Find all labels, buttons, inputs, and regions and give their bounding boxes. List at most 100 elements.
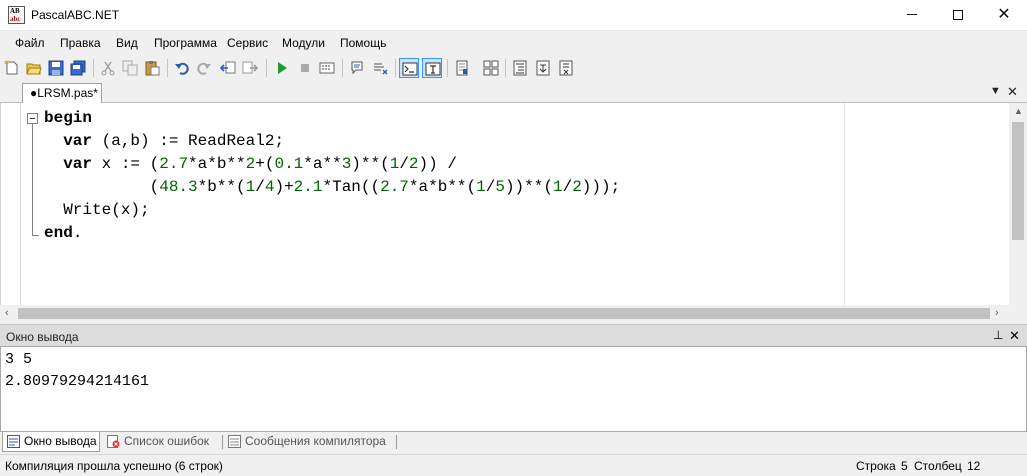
scroll-left-icon[interactable]: ‹ bbox=[5, 307, 9, 319]
editor-horizontal-scrollbar[interactable]: ‹ › bbox=[0, 305, 1008, 322]
navigate-back-icon bbox=[220, 61, 236, 74]
undo-icon bbox=[175, 62, 189, 75]
watch-icon bbox=[483, 60, 499, 76]
close-button[interactable]: ✕ bbox=[981, 0, 1027, 31]
tab-separator bbox=[396, 435, 397, 449]
tab-output-window[interactable]: Окно вывода bbox=[2, 432, 100, 452]
cut-button[interactable] bbox=[98, 58, 118, 78]
menu-file[interactable]: Файл bbox=[15, 36, 45, 50]
stop-button[interactable] bbox=[295, 58, 315, 78]
status-line-value: 5 bbox=[901, 459, 908, 473]
navigate-forward-button[interactable] bbox=[240, 58, 260, 78]
code-number: 1 bbox=[476, 178, 486, 196]
bottom-panel-tabs: Окно вывода Список ошибок Сообщения комп… bbox=[0, 432, 1027, 454]
maximize-button[interactable] bbox=[935, 0, 981, 31]
menu-view[interactable]: Вид bbox=[116, 36, 138, 50]
open-button[interactable] bbox=[24, 58, 44, 78]
debug-button[interactable] bbox=[452, 58, 472, 78]
pin-icon[interactable]: ⊥ bbox=[993, 328, 1003, 342]
navigate-back-button[interactable] bbox=[218, 58, 238, 78]
code-text: / bbox=[399, 155, 409, 173]
copy-button[interactable] bbox=[120, 58, 140, 78]
fold-collapse-icon[interactable] bbox=[27, 113, 38, 124]
tab-error-list[interactable]: Список ошибок bbox=[103, 432, 221, 452]
output-line: 3 5 bbox=[5, 351, 33, 368]
app-icon-text-bottom: abc bbox=[10, 15, 21, 23]
minimize-button[interactable] bbox=[889, 0, 935, 31]
compile-button[interactable] bbox=[317, 58, 337, 78]
editor-tab-lrsm[interactable]: ●LRSM.pas* bbox=[22, 83, 102, 104]
step-over-button[interactable] bbox=[556, 58, 576, 78]
code-number: 5 bbox=[495, 178, 505, 196]
comment-button[interactable] bbox=[348, 58, 368, 78]
status-col-label: Столбец bbox=[914, 459, 962, 473]
menu-program[interactable]: Программа bbox=[154, 36, 217, 50]
code-number: 1 bbox=[552, 178, 563, 196]
horizontal-scroll-thumb[interactable] bbox=[18, 308, 990, 319]
code-text: )+ bbox=[274, 178, 294, 196]
status-line-label: Строка bbox=[856, 459, 896, 473]
scroll-up-icon[interactable]: ▲ bbox=[1014, 106, 1023, 116]
save-all-button[interactable] bbox=[68, 58, 88, 78]
save-icon bbox=[48, 60, 64, 76]
code-text: ))); bbox=[581, 178, 621, 196]
code-line: var x := (2.7*a*b**2+(0.1*a**3)**(1/2)) … bbox=[44, 153, 457, 176]
code-text: *b**( bbox=[197, 178, 246, 196]
watch-button[interactable] bbox=[481, 58, 501, 78]
menu-bar: Файл Правка Вид Программа Сервис Модули … bbox=[0, 31, 1027, 55]
toolbar-separator bbox=[342, 59, 343, 77]
tab-compiler-messages[interactable]: Сообщения компилятора bbox=[224, 432, 394, 452]
output-window[interactable]: 3 5 2.80979294214161 bbox=[0, 346, 1027, 432]
scroll-right-icon[interactable]: › bbox=[995, 307, 999, 319]
close-panel-icon[interactable]: ✕ bbox=[1009, 328, 1020, 344]
menu-service[interactable]: Сервис bbox=[227, 36, 268, 50]
step-into-button[interactable] bbox=[533, 58, 553, 78]
format-icon bbox=[513, 60, 527, 76]
menu-help[interactable]: Помощь bbox=[340, 36, 386, 50]
open-icon bbox=[26, 63, 42, 75]
menu-edit[interactable]: Правка bbox=[60, 36, 101, 50]
menu-modules[interactable]: Модули bbox=[282, 36, 325, 50]
fold-guide bbox=[32, 124, 33, 236]
tab-list-dropdown-icon[interactable]: ▼ bbox=[990, 85, 1001, 97]
toolbar-separator bbox=[505, 59, 506, 77]
code-number: 48.3 bbox=[159, 178, 198, 196]
minimize-icon bbox=[907, 14, 917, 16]
tab-error-list-label: Список ошибок bbox=[124, 434, 210, 448]
code-text: *a*b** bbox=[188, 155, 246, 173]
run-button[interactable] bbox=[272, 58, 292, 78]
redo-button[interactable] bbox=[194, 58, 214, 78]
close-tab-icon[interactable]: ✕ bbox=[1007, 84, 1018, 100]
tab-compiler-messages-label: Сообщения компилятора bbox=[245, 434, 386, 448]
new-file-icon bbox=[4, 60, 18, 75]
title-bar: AB abc PascalABC.NET ✕ bbox=[0, 0, 1027, 31]
vertical-scroll-thumb[interactable] bbox=[1012, 122, 1024, 240]
format-button[interactable] bbox=[510, 58, 530, 78]
code-text: x := ( bbox=[92, 155, 160, 173]
scrollbar-corner bbox=[1008, 305, 1026, 322]
code-text: *a*b**( bbox=[408, 178, 477, 196]
redo-icon bbox=[197, 62, 211, 75]
undo-button[interactable] bbox=[172, 58, 192, 78]
editor-vertical-scrollbar[interactable]: ▲ bbox=[1009, 103, 1027, 305]
code-text: )) / bbox=[418, 155, 457, 173]
code-text: / bbox=[562, 178, 573, 196]
new-file-button[interactable] bbox=[2, 58, 22, 78]
uncomment-button[interactable] bbox=[371, 58, 391, 78]
console-button[interactable] bbox=[399, 58, 419, 78]
app-icon: AB abc bbox=[8, 6, 25, 24]
code-editor[interactable]: begin var (a,b) := ReadReal2; var x := (… bbox=[0, 103, 1027, 305]
step-into-icon bbox=[536, 60, 550, 76]
code-line: begin bbox=[44, 107, 92, 130]
save-button[interactable] bbox=[46, 58, 66, 78]
code-number: 2.7 bbox=[380, 178, 409, 196]
code-number: 2 bbox=[408, 155, 419, 173]
compile-icon bbox=[319, 62, 335, 74]
code-keyword: begin bbox=[44, 109, 93, 127]
code-number: 2 bbox=[245, 155, 256, 173]
copy-icon bbox=[122, 60, 138, 76]
text-mode-button[interactable] bbox=[422, 58, 442, 78]
code-text: / bbox=[255, 178, 265, 196]
tab-output-window-label: Окно вывода bbox=[24, 434, 97, 448]
paste-button[interactable] bbox=[142, 58, 162, 78]
